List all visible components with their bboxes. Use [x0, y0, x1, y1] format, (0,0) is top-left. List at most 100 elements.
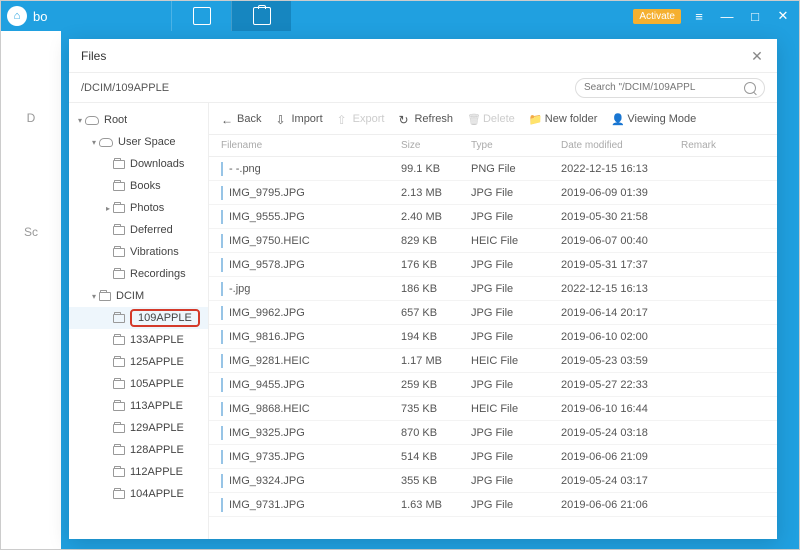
tree-item-books[interactable]: Books [69, 175, 208, 197]
file-row[interactable]: IMG_9578.JPG176 KBJPG File2019-05-31 17:… [209, 253, 777, 277]
file-row[interactable]: IMG_9868.HEIC735 KBHEIC File2019-06-10 1… [209, 397, 777, 421]
col-type[interactable]: Type [471, 140, 561, 151]
col-date[interactable]: Date modified [561, 140, 681, 151]
file-row[interactable]: IMG_9325.JPG870 KBJPG File2019-05-24 03:… [209, 421, 777, 445]
file-row[interactable]: IMG_9455.JPG259 KBJPG File2019-05-27 22:… [209, 373, 777, 397]
dialog-close-icon[interactable]: ✕ [749, 48, 765, 64]
file-row[interactable]: IMG_9962.JPG657 KBJPG File2019-06-14 20:… [209, 301, 777, 325]
file-row[interactable]: IMG_9324.JPG355 KBJPG File2019-05-24 03:… [209, 469, 777, 493]
file-date: 2019-05-31 17:37 [561, 259, 681, 271]
dialog-body: ▾Root▾User SpaceDownloadsBooks▸Photos Def… [69, 103, 777, 539]
image-file-icon [221, 186, 223, 200]
file-date: 2022-12-15 16:13 [561, 163, 681, 175]
file-row[interactable]: IMG_9750.HEIC829 KBHEIC File2019-06-07 0… [209, 229, 777, 253]
folder-icon [113, 204, 125, 213]
tree-item-104apple[interactable]: 104APPLE [69, 483, 208, 505]
col-filename[interactable]: Filename [221, 140, 401, 151]
tab-toolbox[interactable] [231, 1, 291, 31]
folder-icon [113, 248, 125, 257]
col-remark[interactable]: Remark [681, 140, 765, 151]
tree-item-photos[interactable]: ▸Photos [69, 197, 208, 219]
maximize-button[interactable]: □ [745, 9, 765, 24]
tree-label: 104APPLE [130, 488, 184, 500]
delete-button[interactable]: Delete [467, 113, 515, 125]
tree-item-vibrations[interactable]: Vibrations [69, 241, 208, 263]
files-dialog: Files ✕ /DCIM/109APPLE ▾Root▾User SpaceD… [69, 39, 777, 539]
tree-item-deferred[interactable]: Deferred [69, 219, 208, 241]
tree-item-133apple[interactable]: 133APPLE [69, 329, 208, 351]
caret-icon[interactable]: ▾ [75, 116, 85, 125]
file-row[interactable]: -.jpg186 KBJPG File2022-12-15 16:13 [209, 277, 777, 301]
back-button[interactable]: Back [221, 113, 261, 125]
leftstrip-item-1[interactable]: D [11, 111, 51, 125]
new-folder-icon [529, 113, 541, 125]
file-type: JPG File [471, 451, 561, 463]
search-input[interactable] [584, 82, 740, 93]
caret-icon[interactable]: ▸ [103, 204, 113, 213]
search-box[interactable] [575, 78, 765, 98]
tree-label: Deferred [130, 224, 173, 236]
file-type: HEIC File [471, 355, 561, 367]
folder-icon [113, 380, 125, 389]
file-row[interactable]: IMG_9795.JPG2.13 MBJPG File2019-06-09 01… [209, 181, 777, 205]
tree-item-112apple[interactable]: 112APPLE [69, 461, 208, 483]
file-name: IMG_9868.HEIC [221, 403, 401, 415]
tree-item-recordings[interactable]: Recordings [69, 263, 208, 285]
file-date: 2019-05-30 21:58 [561, 211, 681, 223]
tree-label: 128APPLE [130, 444, 184, 456]
tree-label: 129APPLE [130, 422, 184, 434]
close-window-button[interactable]: ✕ [773, 8, 793, 24]
file-type: JPG File [471, 427, 561, 439]
minimize-button[interactable]: — [717, 9, 737, 24]
import-button[interactable]: Import [275, 113, 322, 125]
new-folder-button[interactable]: New folder [529, 113, 598, 125]
image-file-icon [221, 378, 223, 392]
file-type: JPG File [471, 379, 561, 391]
file-row[interactable]: IMG_9555.JPG2.40 MBJPG File2019-05-30 21… [209, 205, 777, 229]
tree-item-105apple[interactable]: 105APPLE [69, 373, 208, 395]
file-date: 2022-12-15 16:13 [561, 283, 681, 295]
file-size: 99.1 KB [401, 163, 471, 175]
file-type: JPG File [471, 499, 561, 511]
leftstrip-item-2[interactable]: Sc [11, 225, 51, 239]
tree-label: DCIM [116, 290, 144, 302]
tree-item-129apple[interactable]: 129APPLE [69, 417, 208, 439]
folder-tree[interactable]: ▾Root▾User SpaceDownloadsBooks▸Photos Def… [69, 103, 209, 539]
tab-device[interactable] [171, 1, 231, 31]
top-tabs [171, 1, 291, 31]
file-row[interactable]: IMG_9731.JPG1.63 MBJPG File2019-06-06 21… [209, 493, 777, 517]
tree-item-125apple[interactable]: 125APPLE [69, 351, 208, 373]
tree-item-user-space[interactable]: ▾User Space [69, 131, 208, 153]
file-name: IMG_9795.JPG [221, 187, 401, 199]
current-path: /DCIM/109APPLE [81, 82, 169, 94]
file-date: 2019-06-10 16:44 [561, 403, 681, 415]
file-row[interactable]: IMG_9735.JPG514 KBJPG File2019-06-06 21:… [209, 445, 777, 469]
col-size[interactable]: Size [401, 140, 471, 151]
tree-item-root[interactable]: ▾Root [69, 109, 208, 131]
caret-icon[interactable]: ▾ [89, 138, 99, 147]
briefcase-icon [253, 7, 271, 25]
refresh-icon [398, 113, 410, 125]
tree-item-113apple[interactable]: 113APPLE [69, 395, 208, 417]
tree-item-128apple[interactable]: 128APPLE [69, 439, 208, 461]
file-row[interactable]: IMG_9816.JPG194 KBJPG File2019-06-10 02:… [209, 325, 777, 349]
file-row[interactable]: - -.png99.1 KBPNG File2022-12-15 16:13 [209, 157, 777, 181]
export-button[interactable]: Export [337, 113, 385, 125]
activate-button[interactable]: Activate [633, 9, 681, 24]
tree-item-109apple[interactable]: 109APPLE [69, 307, 208, 329]
cloud-icon [85, 116, 99, 125]
file-size: 194 KB [401, 331, 471, 343]
tree-item-dcim[interactable]: ▾ DCIM [69, 285, 208, 307]
caret-icon[interactable]: ▾ [89, 292, 99, 301]
image-file-icon [221, 402, 223, 416]
tree-label: Vibrations [130, 246, 179, 258]
refresh-button[interactable]: Refresh [398, 113, 453, 125]
file-list[interactable]: - -.png99.1 KBPNG File2022-12-15 16:13IM… [209, 157, 777, 539]
pathbar: /DCIM/109APPLE [69, 73, 777, 103]
view-mode-button[interactable]: Viewing Mode [611, 113, 696, 125]
tree-item-downloads[interactable]: Downloads [69, 153, 208, 175]
search-icon[interactable] [744, 82, 756, 94]
menu-icon[interactable]: ≡ [689, 9, 709, 24]
file-row[interactable]: IMG_9281.HEIC1.17 MBHEIC File2019-05-23 … [209, 349, 777, 373]
file-size: 2.40 MB [401, 211, 471, 223]
